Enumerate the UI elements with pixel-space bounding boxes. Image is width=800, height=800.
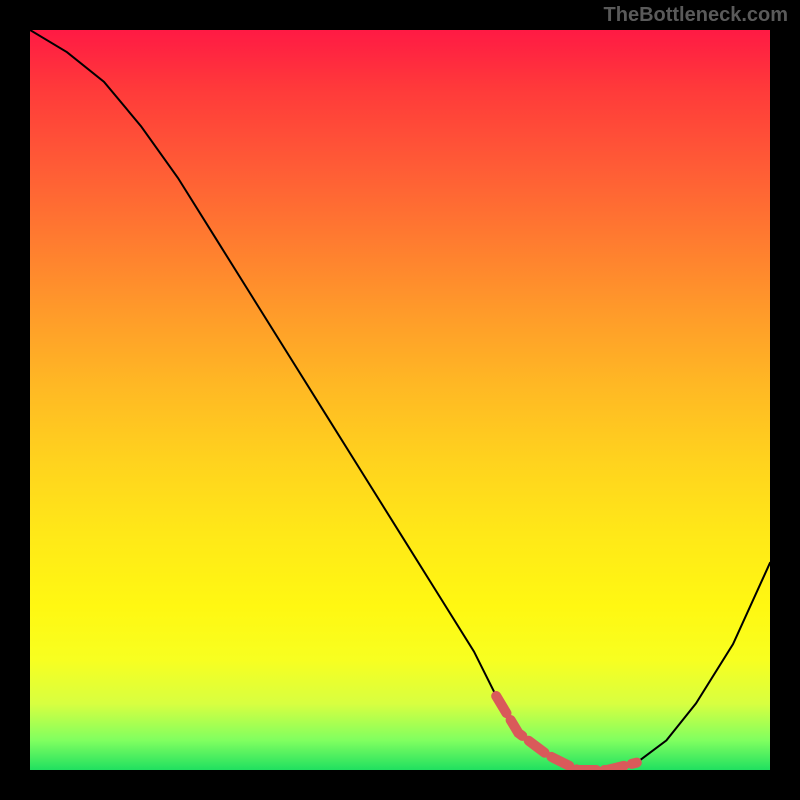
chart-plot-area [30, 30, 770, 770]
bottleneck-curve-highlight [496, 696, 637, 770]
watermark-text: TheBottleneck.com [604, 4, 788, 27]
bottleneck-curve-line [30, 30, 770, 770]
chart-curve-svg [30, 30, 770, 770]
